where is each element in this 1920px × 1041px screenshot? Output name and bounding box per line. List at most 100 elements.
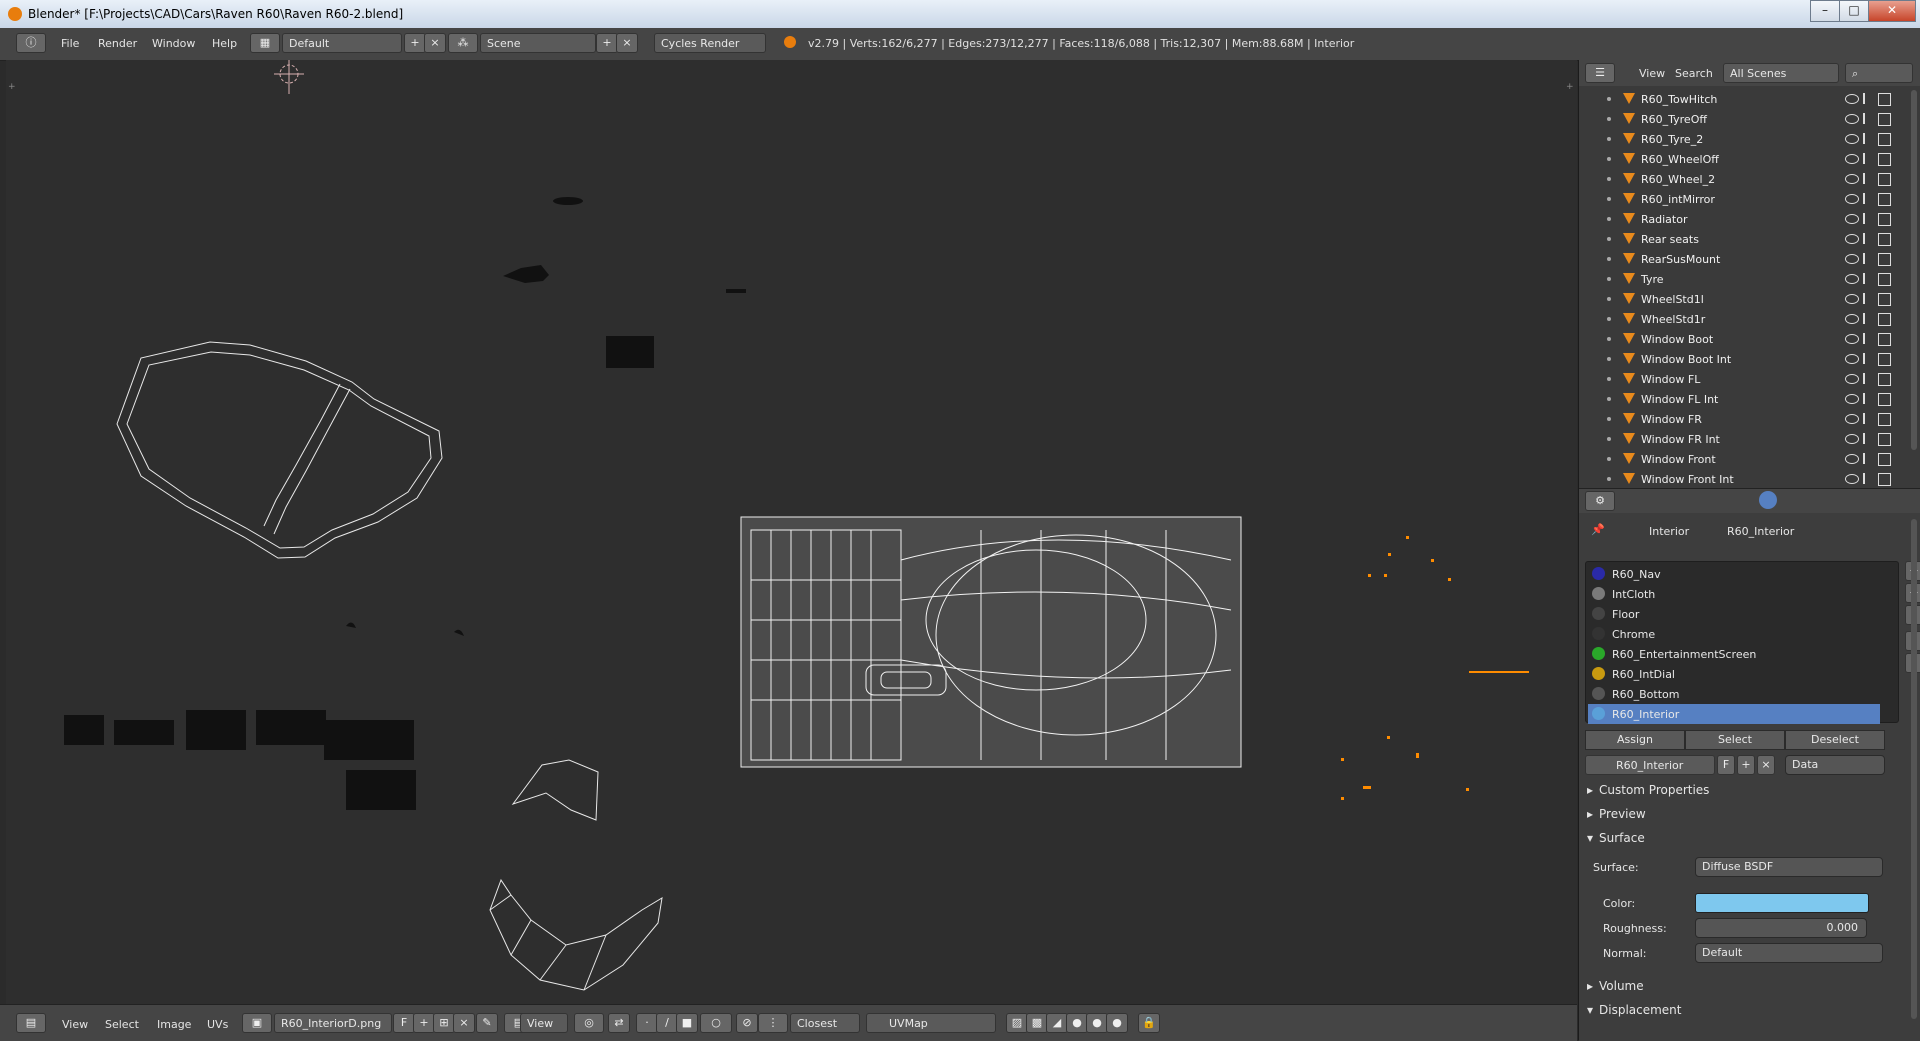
layout-icon[interactable]: ▦ [250, 33, 280, 53]
outliner-item[interactable]: Radiator [1579, 210, 1899, 230]
render-icon[interactable] [1878, 373, 1891, 386]
material-slot[interactable]: R60_EntertainmentScreen [1588, 644, 1880, 664]
red-channel-icon[interactable]: ● [1066, 1013, 1088, 1033]
render-icon[interactable] [1878, 313, 1891, 326]
sync-selection-icon[interactable]: ⇄ [608, 1013, 630, 1033]
selectable-icon[interactable] [1863, 253, 1871, 264]
outliner-item[interactable]: Window FL [1579, 370, 1899, 390]
selectable-icon[interactable] [1863, 173, 1871, 184]
outliner-item[interactable]: Window Front Int [1579, 470, 1899, 490]
visibility-icon[interactable] [1845, 334, 1859, 344]
render-icon[interactable] [1878, 393, 1891, 406]
view-mode-dropdown[interactable]: View [520, 1013, 568, 1033]
render-icon[interactable] [1878, 113, 1891, 126]
snap-target-dropdown[interactable]: Closest [790, 1013, 860, 1033]
select-button[interactable]: Select [1685, 730, 1785, 750]
expand-icon[interactable] [1607, 457, 1611, 461]
outliner-item[interactable]: R60_WheelOff [1579, 150, 1899, 170]
expand-icon[interactable] [1607, 357, 1611, 361]
render-icon[interactable] [1878, 273, 1891, 286]
section-custom-properties[interactable]: ▸ Custom Properties [1587, 783, 1709, 797]
material-slot[interactable]: R60_IntDial [1588, 664, 1880, 684]
expand-icon[interactable] [1607, 297, 1611, 301]
close-button[interactable]: ✕ [1868, 0, 1916, 22]
section-volume[interactable]: ▸ Volume [1587, 979, 1644, 993]
outliner-item[interactable]: R60_TyreOff [1579, 110, 1899, 130]
uv-display-icon[interactable]: ▨ [1006, 1013, 1028, 1033]
outliner-scope-dropdown[interactable]: All Scenes [1723, 63, 1839, 83]
expand-icon[interactable] [1607, 377, 1611, 381]
face-select-icon[interactable]: ■ [676, 1013, 698, 1033]
expand-icon[interactable] [1607, 277, 1611, 281]
visibility-icon[interactable] [1845, 294, 1859, 304]
outliner-item[interactable]: Window Boot Int [1579, 350, 1899, 370]
expand-icon[interactable] [1607, 337, 1611, 341]
expand-icon[interactable] [1607, 177, 1611, 181]
remove-scene-icon[interactable]: × [616, 33, 638, 53]
expand-icon[interactable] [1607, 477, 1611, 481]
expand-icon[interactable] [1607, 317, 1611, 321]
green-channel-icon[interactable]: ● [1086, 1013, 1108, 1033]
assign-button[interactable]: Assign [1585, 730, 1685, 750]
pin-icon-props[interactable]: 📌 [1591, 523, 1605, 536]
visibility-icon[interactable] [1845, 94, 1859, 104]
render-icon[interactable] [1878, 233, 1891, 246]
section-displacement[interactable]: ▾ Displacement [1587, 1003, 1682, 1017]
visibility-icon[interactable] [1845, 274, 1859, 284]
uv-editor-viewport[interactable]: + + [6, 60, 1577, 1004]
selectable-icon[interactable] [1863, 233, 1871, 244]
selectable-icon[interactable] [1863, 153, 1871, 164]
snap-toggle-icon[interactable]: ⊘ [736, 1013, 758, 1033]
selectable-icon[interactable] [1863, 473, 1871, 484]
expand-icon[interactable] [1607, 417, 1611, 421]
material-tab-icon[interactable] [1759, 491, 1777, 509]
menu-help[interactable]: Help [212, 37, 237, 50]
expand-icon[interactable] [1607, 117, 1611, 121]
lock-icon[interactable]: 🔒 [1138, 1013, 1160, 1033]
render-icon[interactable] [1878, 413, 1891, 426]
open-image-icon[interactable]: ⊞ [433, 1013, 455, 1033]
selectable-icon[interactable] [1863, 213, 1871, 224]
expand-icon[interactable] [1607, 237, 1611, 241]
selectable-icon[interactable] [1863, 353, 1871, 364]
unlink-material-icon[interactable]: × [1757, 755, 1775, 775]
menu-render[interactable]: Render [98, 37, 137, 50]
outliner-item[interactable]: WheelStd1r [1579, 310, 1899, 330]
outliner-item[interactable]: Window Front [1579, 450, 1899, 470]
fake-user-button[interactable]: F [393, 1013, 415, 1033]
material-slot[interactable]: R60_Nav [1588, 564, 1880, 584]
menu-view[interactable]: View [62, 1018, 88, 1031]
material-slot[interactable]: R60_Interior [1588, 704, 1880, 724]
pin-icon[interactable]: ✎ [476, 1013, 498, 1033]
outliner-item[interactable]: Window FL Int [1579, 390, 1899, 410]
outliner-item[interactable]: R60_Wheel_2 [1579, 170, 1899, 190]
outliner-item[interactable]: Window FR Int [1579, 430, 1899, 450]
outliner-scrollbar[interactable] [1911, 90, 1917, 450]
selectable-icon[interactable] [1863, 393, 1871, 404]
menu-image[interactable]: Image [157, 1018, 191, 1031]
visibility-icon[interactable] [1845, 134, 1859, 144]
menu-file[interactable]: File [61, 37, 79, 50]
outliner-item[interactable]: WheelStd1l [1579, 290, 1899, 310]
outliner-search-input[interactable]: ⌕ [1845, 63, 1913, 83]
render-icon[interactable] [1878, 213, 1891, 226]
selectable-icon[interactable] [1863, 273, 1871, 284]
visibility-icon[interactable] [1845, 414, 1859, 424]
view-corner-plus-icon[interactable]: + [8, 82, 16, 92]
color-swatch[interactable] [1695, 893, 1869, 913]
outliner-item[interactable]: Window Boot [1579, 330, 1899, 350]
uv-editor-type-icon[interactable]: ▤ [16, 1013, 46, 1033]
render-icon[interactable] [1878, 193, 1891, 206]
material-slot[interactable]: R60_Bottom [1588, 684, 1880, 704]
selectable-icon[interactable] [1863, 453, 1871, 464]
expand-icon[interactable] [1607, 137, 1611, 141]
add-scene-icon[interactable]: + [596, 33, 618, 53]
uvmap-field[interactable]: UVMap [866, 1013, 996, 1033]
visibility-icon[interactable] [1845, 174, 1859, 184]
selectable-icon[interactable] [1863, 113, 1871, 124]
render-icon[interactable] [1878, 153, 1891, 166]
outliner-item[interactable]: RearSusMount [1579, 250, 1899, 270]
visibility-icon[interactable] [1845, 394, 1859, 404]
visibility-icon[interactable] [1845, 234, 1859, 244]
material-slot[interactable]: IntCloth [1588, 584, 1880, 604]
